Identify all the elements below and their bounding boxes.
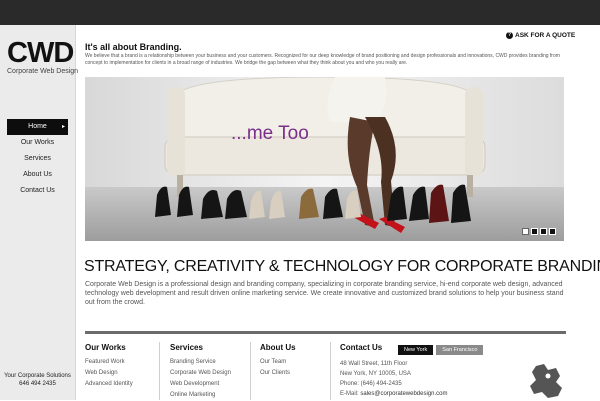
tab-san-francisco[interactable]: San Francisco xyxy=(436,345,484,355)
footer-heading: Services xyxy=(170,343,203,352)
slide-dot-2[interactable] xyxy=(531,228,538,235)
nav-item-services[interactable]: Services xyxy=(7,151,68,167)
city-tabs: New York San Francisco xyxy=(398,345,484,355)
footer-services: Services Branding Service Corporate Web … xyxy=(170,343,231,401)
footer-link-web-design[interactable]: Web Design xyxy=(85,368,133,379)
logo[interactable]: CWD xyxy=(7,39,74,68)
section-divider xyxy=(85,331,566,334)
nav-item-home[interactable]: Home ▸ xyxy=(7,119,68,135)
footer-heading: About Us xyxy=(260,343,296,352)
nav-item-contact-us[interactable]: Contact Us xyxy=(7,183,68,199)
footer-link-branding-service[interactable]: Branding Service xyxy=(170,357,231,368)
address-line-2: New York, NY 10005, USA xyxy=(340,371,411,377)
footer-link-corporate-web-design[interactable]: Corporate Web Design xyxy=(170,368,231,379)
ask-for-quote-button[interactable]: ? ASK FOR A QUOTE xyxy=(506,32,575,39)
contact-email-row: E-Mail: sales@corporatewebdesign.com xyxy=(340,389,447,399)
quote-label: ASK FOR A QUOTE xyxy=(515,32,576,39)
footer-our-works: Our Works Featured Work Web Design Advan… xyxy=(85,343,133,390)
nav-item-about-us[interactable]: About Us xyxy=(7,167,68,183)
email-label: E-Mail: xyxy=(340,391,359,397)
location-map-icon xyxy=(530,364,562,398)
main-nav: Home ▸ Our Works Services About Us Conta… xyxy=(7,119,68,199)
footer-link-featured-work[interactable]: Featured Work xyxy=(85,357,133,368)
main-description: Corporate Web Design is a professional d… xyxy=(85,281,564,306)
slide-dots xyxy=(522,228,556,235)
footer-heading: Contact Us xyxy=(340,343,383,352)
contact-details: 48 Wall Street, 11th Floor New York, NY … xyxy=(340,359,447,399)
footer-link-our-team[interactable]: Our Team xyxy=(260,357,296,368)
footer-link-advanced-identity[interactable]: Advanced Identity xyxy=(85,379,133,390)
email-link[interactable]: sales@corporatewebdesign.com xyxy=(360,391,447,397)
sidebar-footer: Your Corporate Solutions 646 494 2435 xyxy=(0,372,75,388)
page-title: It's all about Branding. xyxy=(85,42,182,52)
question-icon: ? xyxy=(506,32,513,39)
slide-dot-4[interactable] xyxy=(549,228,556,235)
top-bar xyxy=(0,0,600,25)
nav-item-our-works[interactable]: Our Works xyxy=(7,135,68,151)
slide-dot-3[interactable] xyxy=(540,228,547,235)
column-divider xyxy=(159,342,160,400)
slide-dot-1[interactable] xyxy=(522,228,529,235)
intro-text: We believe that a brand is a relationshi… xyxy=(85,53,560,66)
column-divider xyxy=(250,342,251,400)
footer-heading: Our Works xyxy=(85,343,126,352)
chevron-right-icon: ▸ xyxy=(61,124,65,130)
nav-item-label: Home xyxy=(28,123,47,130)
hero-image xyxy=(85,77,564,241)
footer-link-our-clients[interactable]: Our Clients xyxy=(260,368,296,379)
column-divider xyxy=(330,342,331,400)
footer-link-online-marketing[interactable]: Online Marketing xyxy=(170,390,231,401)
main-tagline: STRATEGY, CREATIVITY & TECHNOLOGY FOR CO… xyxy=(84,258,600,275)
tab-new-york[interactable]: New York xyxy=(398,345,434,355)
footer-link-web-development[interactable]: Web Development xyxy=(170,379,231,390)
footer-about: About Us Our Team Our Clients xyxy=(260,343,296,379)
sidebar-tagline: Your Corporate Solutions xyxy=(4,373,71,379)
sidebar-phone: 646 494 2435 xyxy=(19,381,56,387)
address-line-1: 48 Wall Street, 11th Floor xyxy=(340,361,408,367)
hero-slideshow[interactable]: ...me Too xyxy=(85,77,564,241)
hero-caption: ...me Too xyxy=(231,123,309,144)
contact-phone: Phone: (646) 494-2435 xyxy=(340,381,402,387)
sidebar: CWD Corporate Web Design Home ▸ Our Work… xyxy=(0,25,79,400)
footer-contact: Contact Us xyxy=(340,343,382,357)
logo-subtitle: Corporate Web Design xyxy=(7,68,79,75)
